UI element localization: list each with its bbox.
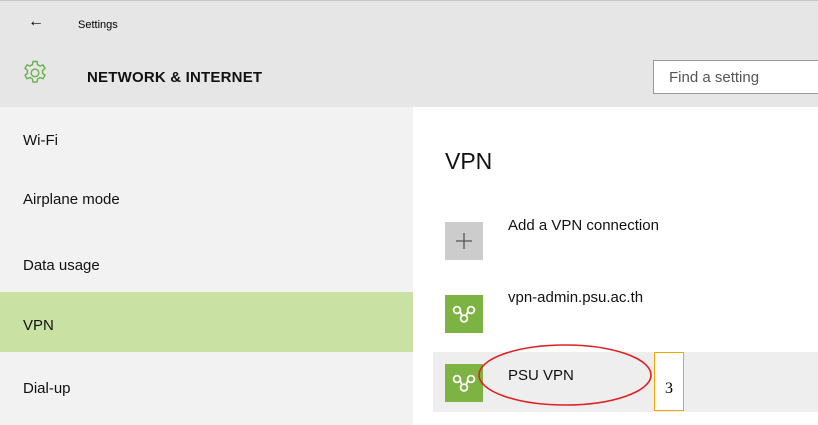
vpn-connection-item[interactable]: PSU VPN — [433, 352, 818, 412]
vpn-link-icon — [445, 295, 483, 333]
sidebar-item-label: Dial-up — [23, 380, 71, 397]
sidebar-item-label: Wi-Fi — [23, 132, 58, 149]
back-arrow-icon[interactable]: ← — [28, 14, 46, 30]
sidebar: Wi-Fi Airplane mode Data usage VPN Dial-… — [0, 107, 413, 425]
add-vpn-connection-label: Add a VPN connection — [508, 217, 659, 234]
annotation-number-box: 3 — [654, 352, 684, 411]
search-input[interactable] — [653, 60, 818, 94]
sidebar-item-label: VPN — [23, 317, 54, 334]
title-bar: ← Settings — [0, 0, 818, 44]
sidebar-item-airplane-mode[interactable]: Airplane mode — [0, 169, 413, 229]
sidebar-item-wifi[interactable]: Wi-Fi — [0, 107, 413, 167]
sidebar-item-vpn[interactable]: VPN — [0, 292, 413, 352]
vpn-connection-label: PSU VPN — [508, 367, 574, 384]
sidebar-item-dial-up[interactable]: Dial-up — [0, 355, 413, 415]
main-panel: VPN Add a VPN connection vpn-admin.psu.a… — [413, 107, 818, 425]
vpn-connection-item[interactable]: vpn-admin.psu.ac.th — [433, 282, 818, 342]
page-title: NETWORK & INTERNET — [87, 69, 263, 86]
sidebar-item-label: Data usage — [23, 257, 100, 274]
sidebar-item-data-usage[interactable]: Data usage — [0, 232, 413, 292]
window-title: Settings — [78, 19, 118, 31]
add-vpn-connection-button[interactable]: Add a VPN connection — [433, 207, 818, 267]
vpn-link-icon — [445, 364, 483, 402]
gear-icon — [24, 60, 46, 83]
plus-icon — [445, 222, 483, 260]
page-header: NETWORK & INTERNET — [0, 44, 818, 107]
sidebar-item-label: Airplane mode — [23, 191, 120, 208]
annotation-number: 3 — [665, 380, 673, 397]
vpn-connection-label: vpn-admin.psu.ac.th — [508, 289, 644, 306]
section-title: VPN — [445, 148, 493, 174]
